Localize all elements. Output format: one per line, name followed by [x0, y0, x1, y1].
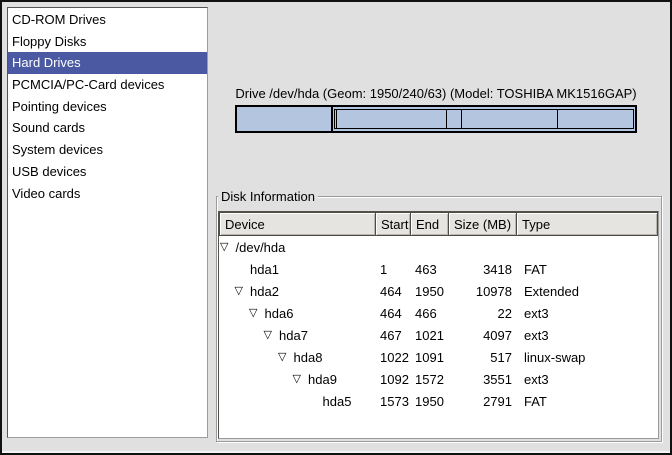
partition-segment-hda8[interactable]	[447, 110, 462, 128]
table-row-hda2[interactable]: ▽hda2 464195010978Extended	[219, 280, 658, 302]
disk-table-header: DeviceStartEndSize (MB)Type	[219, 212, 658, 236]
type-cell: linux-swap	[519, 350, 658, 365]
device-category-list: CD-ROM DrivesFloppy DisksHard DrivesPCMC…	[7, 7, 208, 438]
device-name: hda6	[265, 306, 294, 321]
end-cell: 1572	[411, 372, 450, 387]
end-cell: 466	[411, 306, 450, 321]
table-row-hda9[interactable]: ▽hda9 109215723551ext3	[219, 368, 658, 390]
tree-indent	[220, 269, 235, 270]
sidebar-item-pointing-devices[interactable]: Pointing devices	[8, 96, 207, 118]
size-cell: 4097	[450, 328, 519, 343]
type-cell: ext3	[519, 328, 658, 343]
size-cell: 22	[450, 306, 519, 321]
column-header-end[interactable]: End	[410, 212, 449, 236]
table-row--dev-hda[interactable]: ▽/dev/hda	[219, 236, 658, 258]
table-row-hda8[interactable]: ▽hda8 10221091517linux-swap	[219, 346, 658, 368]
tree-indent	[220, 379, 293, 380]
sidebar-item-video-cards[interactable]: Video cards	[8, 183, 207, 205]
device-name: hda7	[279, 328, 308, 343]
start-cell: 467	[376, 328, 411, 343]
end-cell: 1950	[411, 284, 450, 299]
start-cell: 464	[376, 306, 411, 321]
table-row-hda1[interactable]: hda1 14633418FAT	[219, 258, 658, 280]
table-row-hda7[interactable]: ▽hda7 46710214097ext3	[219, 324, 658, 346]
device-name: hda5	[323, 394, 352, 409]
end-cell: 1950	[411, 394, 450, 409]
expander-open-icon[interactable]: ▽	[249, 308, 265, 318]
disk-info-table: DeviceStartEndSize (MB)Type ▽/dev/hdahda…	[218, 211, 659, 439]
expander-open-icon[interactable]: ▽	[220, 242, 236, 252]
end-cell: 1091	[411, 350, 450, 365]
start-cell: 1092	[376, 372, 411, 387]
sidebar-item-cd-rom-drives[interactable]: CD-ROM Drives	[8, 9, 207, 31]
drive-heading: Drive /dev/hda (Geom: 1950/240/63) (Mode…	[235, 86, 637, 101]
type-cell: FAT	[519, 262, 658, 277]
type-cell: Extended	[519, 284, 658, 299]
start-cell: 1573	[376, 394, 411, 409]
device-name: hda2	[250, 284, 279, 299]
partition-segment-hda9[interactable]	[462, 110, 558, 128]
sidebar-item-hard-drives[interactable]: Hard Drives	[8, 52, 207, 74]
column-header-type[interactable]: Type	[516, 212, 658, 236]
window-bottom-highlight	[2, 451, 670, 453]
sidebar-item-sound-cards[interactable]: Sound cards	[8, 117, 207, 139]
column-header-device[interactable]: Device	[219, 212, 376, 236]
tree-indent	[220, 291, 235, 292]
type-cell: ext3	[519, 372, 658, 387]
tree-indent	[220, 401, 307, 402]
disk-table-body: ▽/dev/hdahda114633418FAT▽hda246419501097…	[219, 236, 658, 412]
end-cell: 1021	[411, 328, 450, 343]
start-cell: 464	[376, 284, 411, 299]
column-header-size-mb-[interactable]: Size (MB)	[448, 212, 517, 236]
start-cell: 1022	[376, 350, 411, 365]
partition-segment-hda1[interactable]	[237, 107, 333, 131]
device-name: hda1	[250, 262, 279, 277]
size-cell: 2791	[450, 394, 519, 409]
tree-indent	[220, 335, 264, 336]
partition-segment-hda5[interactable]	[558, 110, 633, 128]
device-name: hda9	[308, 372, 337, 387]
size-cell: 10978	[450, 284, 519, 299]
partition-segment-hda7[interactable]	[337, 110, 448, 128]
type-cell: ext3	[519, 306, 658, 321]
extended-partition-container	[334, 109, 634, 129]
end-cell: 463	[411, 262, 450, 277]
sidebar-item-pcmcia-pc-card-devices[interactable]: PCMCIA/PC-Card devices	[8, 74, 207, 96]
tree-indent	[220, 313, 249, 314]
column-header-start[interactable]: Start	[375, 212, 411, 236]
sidebar-item-floppy-disks[interactable]: Floppy Disks	[8, 31, 207, 53]
type-cell: FAT	[519, 394, 658, 409]
sidebar-item-system-devices[interactable]: System devices	[8, 139, 207, 161]
partition-segment-hda2[interactable]	[333, 107, 635, 131]
tree-indent	[220, 357, 278, 358]
device-name: /dev/hda	[236, 240, 286, 255]
table-row-hda5[interactable]: hda5 157319502791FAT	[219, 390, 658, 412]
size-cell: 3418	[450, 262, 519, 277]
table-row-hda6[interactable]: ▽hda6 46446622ext3	[219, 302, 658, 324]
disk-information-frame-title: Disk Information	[218, 189, 318, 204]
expander-open-icon[interactable]: ▽	[235, 286, 251, 296]
start-cell: 1	[376, 262, 411, 277]
sidebar-item-usb-devices[interactable]: USB devices	[8, 161, 207, 183]
expander-open-icon[interactable]: ▽	[264, 330, 280, 340]
size-cell: 517	[450, 350, 519, 365]
drive-partition-bar	[235, 105, 637, 133]
device-name: hda8	[294, 350, 323, 365]
expander-open-icon[interactable]: ▽	[293, 374, 309, 384]
expander-open-icon[interactable]: ▽	[278, 352, 294, 362]
size-cell: 3551	[450, 372, 519, 387]
